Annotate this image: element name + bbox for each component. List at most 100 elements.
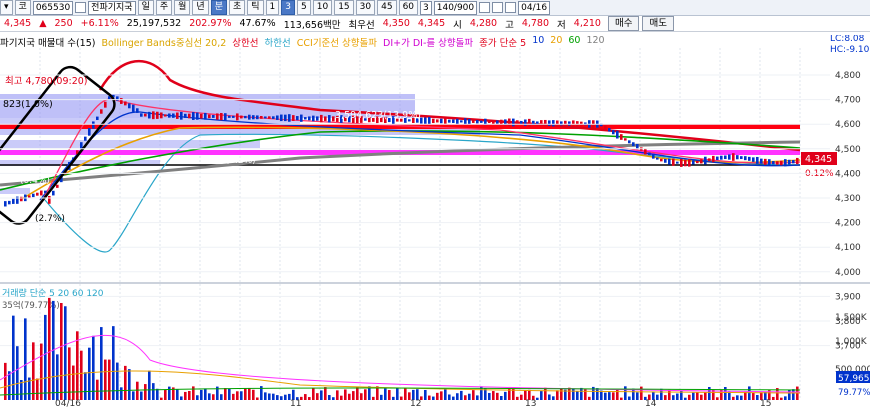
candle [448,119,451,123]
volume-bar [604,392,607,400]
volume-bar [64,306,67,400]
volume-profile-bar [0,140,260,148]
stock-name-field[interactable]: 전파기지국 [88,0,136,15]
stock-chart[interactable]: 최고 4,780(09:20) 823(1.0%) 4,273,986(16.6… [0,35,870,408]
buy-button[interactable]: 매수 [607,16,640,31]
candle [264,116,267,119]
volume-bar [24,318,27,400]
minute-tab[interactable]: 10 [312,0,333,15]
minute-tab[interactable]: 15 [334,0,354,15]
volume-bar [92,335,95,400]
volume-bar [540,391,543,400]
period-tab[interactable]: 월 [174,0,191,15]
chart-option-icon[interactable] [492,2,504,13]
candle [444,118,447,124]
candle [688,159,691,167]
candle [200,113,203,119]
volume-bar [36,378,39,400]
candle [320,114,323,123]
volume-bar [676,393,679,400]
period-tab[interactable]: 초 [228,0,246,15]
volume-bar [460,390,463,400]
candle [788,159,791,165]
candle [460,120,463,123]
candle [432,118,435,124]
price-axis-label: 4,200 [835,219,861,229]
candle [524,119,527,126]
volume-bar [772,396,775,400]
volume-bar [516,396,519,400]
candle [40,190,43,196]
candle [608,128,611,132]
period-tab[interactable]: 년 [192,0,209,15]
candle [488,120,491,124]
candle [212,114,215,118]
volume-bar [40,343,43,400]
volume-legend: 거래량 단순 5 20 60 120 [2,287,104,299]
candle [192,112,195,121]
menu-dropdown-button[interactable]: ▾ [0,0,13,15]
candle [312,115,315,122]
volume-bar [380,394,383,400]
volume-bar [324,387,327,400]
period-tab[interactable]: 일 [137,0,154,15]
volume-bar [740,395,743,400]
candle [144,113,147,117]
search-icon[interactable] [75,2,87,13]
volume-bar [468,393,471,400]
volume-bar [272,393,275,400]
open-price: 4,280 [469,18,498,29]
date-input[interactable]: 04/16 [518,0,551,15]
candle [284,114,287,122]
candle [128,103,131,109]
market-select[interactable]: 코 [14,0,31,15]
candle [656,157,659,160]
candle [308,116,311,121]
candle [676,161,679,164]
period-tab[interactable]: 주 [155,0,173,15]
settings-icon[interactable] [479,2,491,13]
candle [480,120,483,123]
period-tab[interactable]: 분 [210,0,227,15]
minute-tab[interactable]: 30 [355,0,376,15]
volume-bar [612,392,615,400]
trade-amount: 113,656백만 [283,19,341,31]
volume-bar [452,396,455,400]
candle [456,118,459,124]
candle [548,120,551,126]
minute-tab[interactable]: 3 [281,0,296,15]
candle [148,111,151,119]
volume-bar [372,396,375,400]
stock-code-input[interactable]: 065530 [32,0,74,15]
candle [56,184,59,188]
minute-tab[interactable]: 45 [377,0,397,15]
sell-button[interactable]: 매도 [642,16,674,31]
candle [116,96,119,101]
minute-tab[interactable]: 60 [398,0,419,15]
price-axis-label: 4,500 [835,145,861,155]
volume-bar [76,331,79,400]
volume-bar [736,395,739,400]
unit-input[interactable]: 3 [420,0,432,15]
volume-bar [704,392,707,400]
volume-ma5-line [0,334,801,393]
candle [628,140,631,144]
period-tab[interactable]: 틱 [247,0,264,15]
candle [88,128,91,136]
candle [572,120,575,127]
x-axis-label: 13 [525,399,536,408]
minute-tab[interactable]: 5 [297,0,311,15]
candle [36,192,39,196]
high-label: 고 [505,19,514,31]
candle [92,121,95,129]
candle [296,116,299,121]
count-input[interactable]: 140/900 [433,0,478,15]
volume-bar [552,396,555,400]
candle [136,108,139,113]
minute-tab[interactable]: 1 [265,0,280,15]
calendar-checkbox[interactable] [505,2,517,13]
candle [220,112,223,121]
volume-bar [320,390,323,400]
candle [776,161,779,165]
volume-bar [160,397,163,400]
